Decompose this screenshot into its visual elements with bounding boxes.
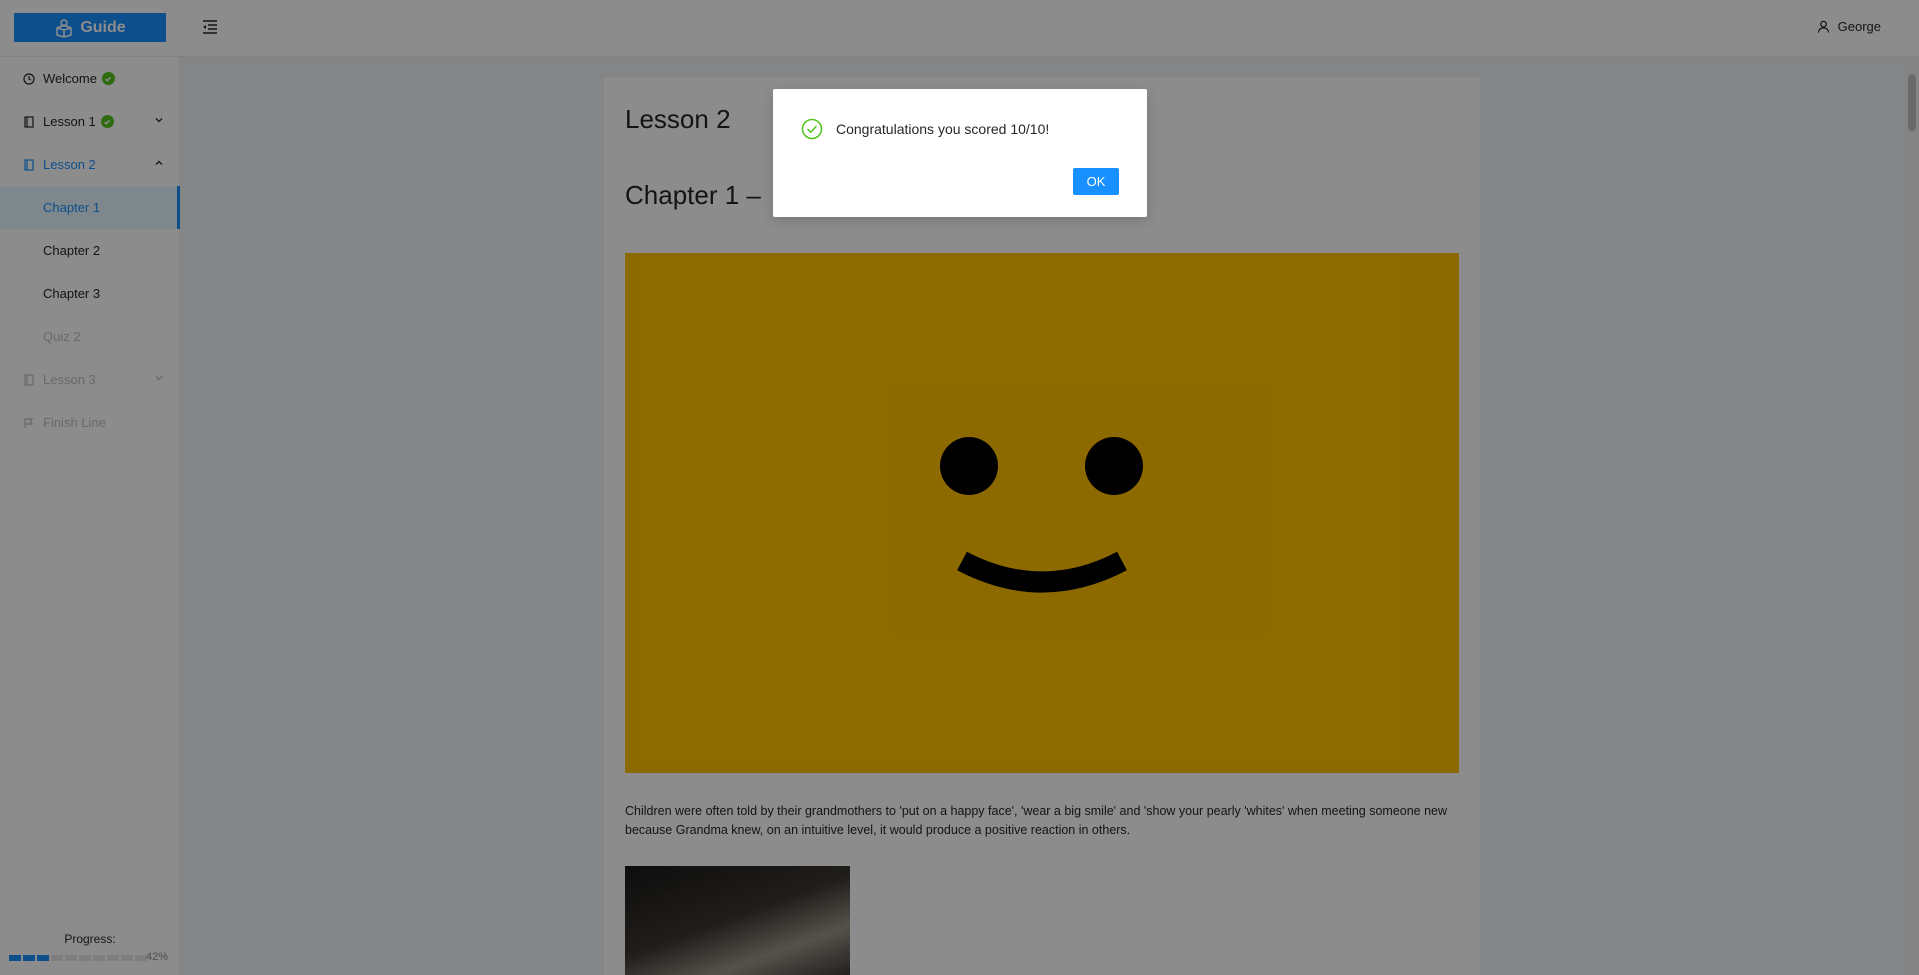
success-modal: Congratulations you scored 10/10! OK: [773, 89, 1147, 217]
modal-message: Congratulations you scored 10/10!: [836, 121, 1050, 137]
ok-button[interactable]: OK: [1073, 168, 1119, 195]
check-circle-icon: [801, 118, 823, 140]
